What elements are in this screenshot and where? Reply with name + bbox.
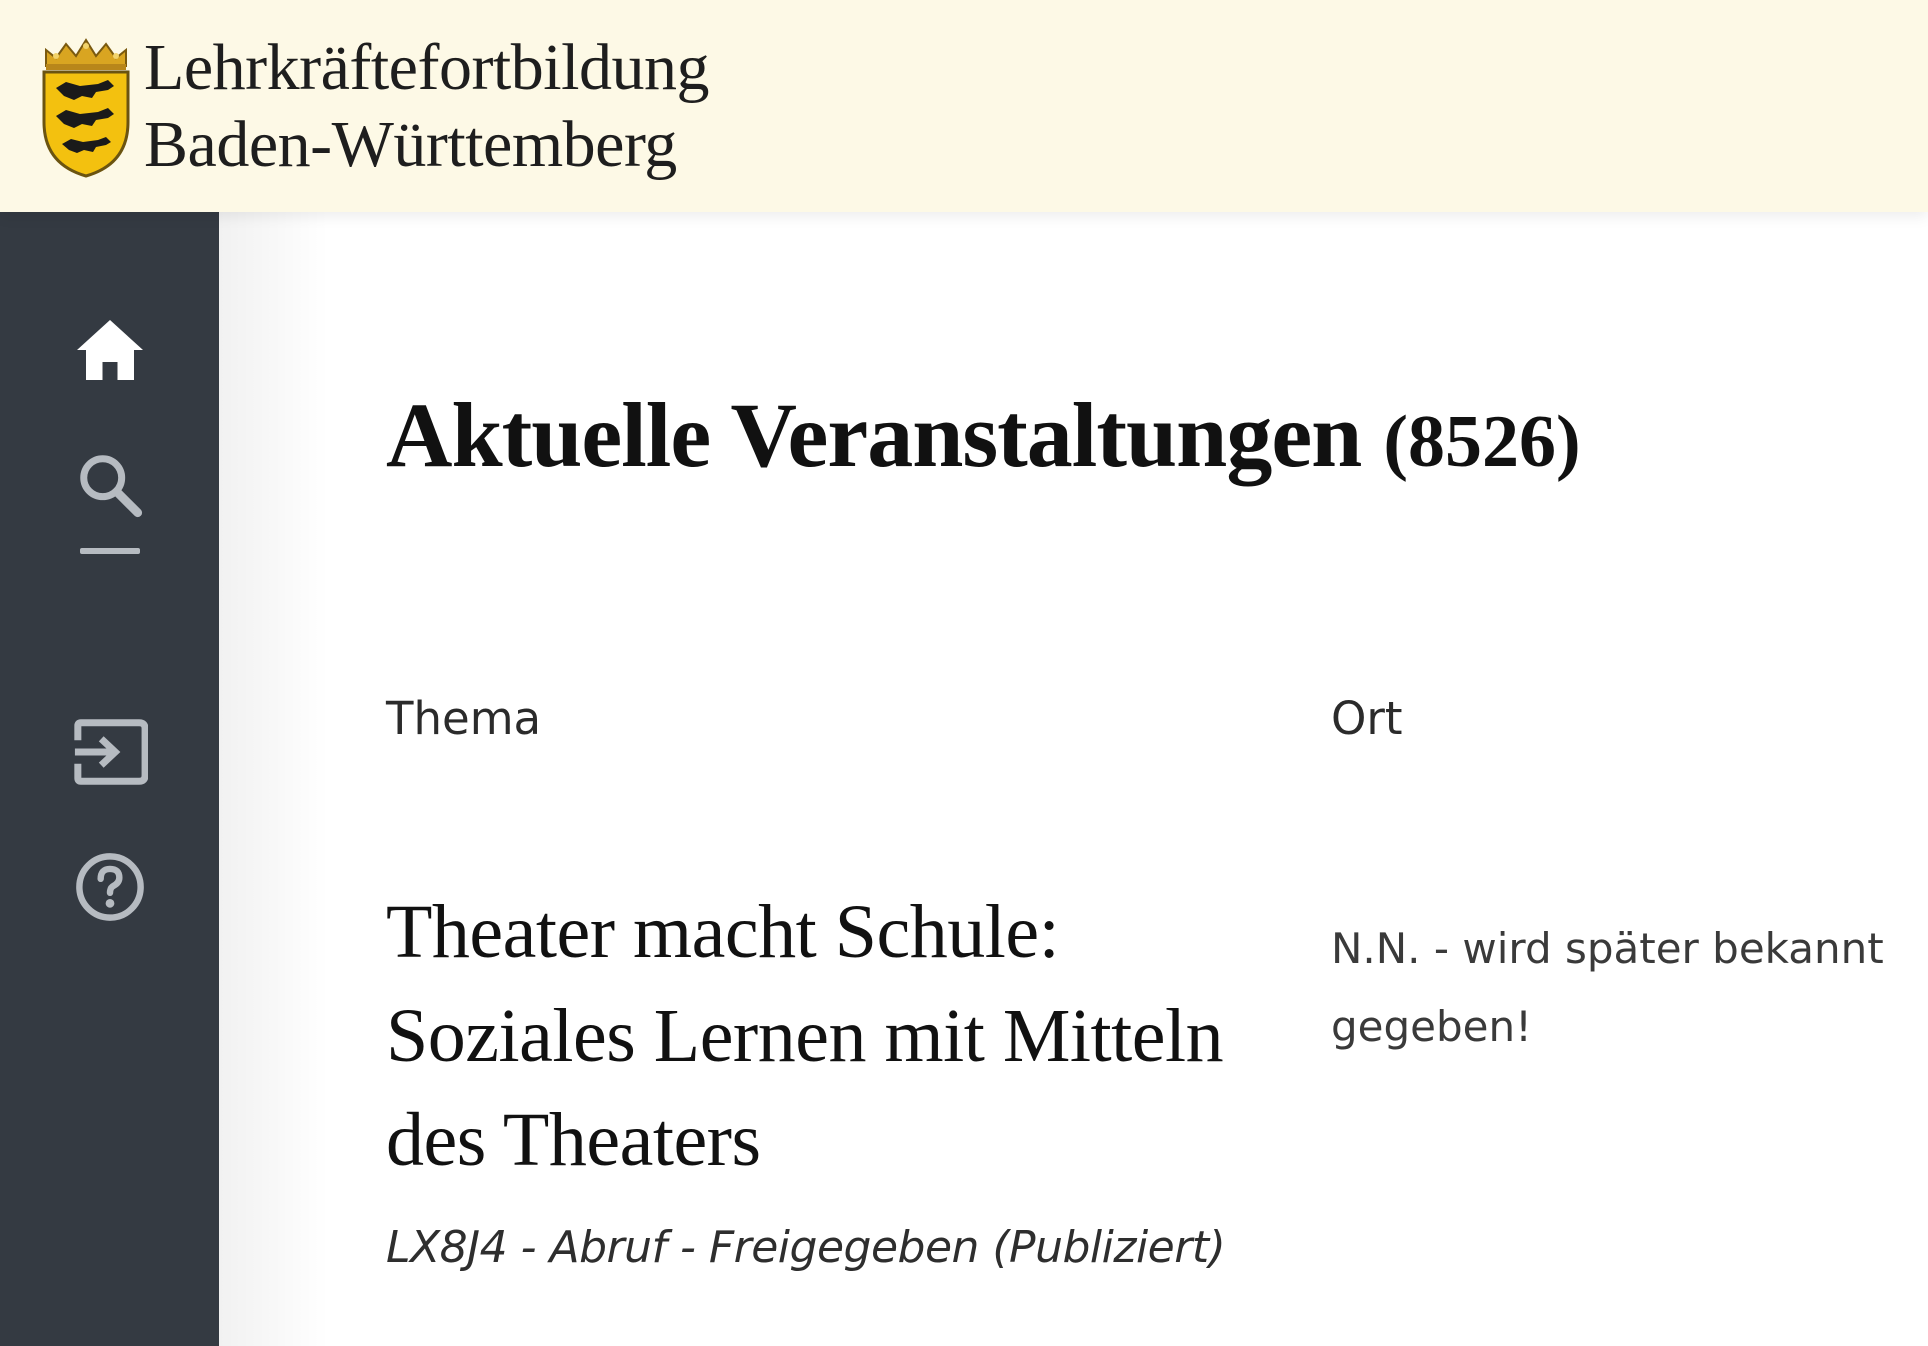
site-header: Lehrkräftefortbildung Baden-Württemberg — [0, 0, 1928, 212]
event-count: (8526) — [1383, 401, 1581, 483]
sidebar-item-home[interactable] — [68, 308, 152, 392]
main-content: Aktuelle Veranstaltungen (8526) Thema Or… — [386, 212, 1926, 1346]
coat-of-arms-logo[interactable] — [38, 36, 134, 178]
page-title-text: Aktuelle Veranstaltungen — [386, 384, 1362, 486]
page-title: Aktuelle Veranstaltungen (8526) — [386, 382, 1581, 488]
event-title-link[interactable]: Theater macht Schule: Soziales Lernen mi… — [386, 880, 1266, 1192]
help-icon — [76, 853, 144, 921]
home-icon — [77, 320, 143, 380]
search-icon — [80, 455, 143, 518]
sidebar-item-search[interactable] — [68, 443, 152, 527]
sidebar-divider — [80, 548, 140, 554]
brand-line-1: Lehrkräftefortbildung — [144, 31, 709, 104]
login-icon — [74, 719, 148, 785]
brand-line-2: Baden-Württemberg — [144, 108, 677, 181]
column-header-thema[interactable]: Thema — [386, 692, 541, 745]
content-shadow — [219, 212, 329, 1346]
site-brand[interactable]: Lehrkräftefortbildung Baden-Württemberg — [144, 29, 709, 183]
sidebar-item-login[interactable] — [68, 710, 152, 794]
event-meta: LX8J4 - Abruf - Freigegeben (Publiziert) — [386, 1222, 1226, 1273]
column-header-ort[interactable]: Ort — [1331, 692, 1403, 745]
sidebar-nav — [0, 212, 219, 1346]
sidebar-item-help[interactable] — [68, 845, 152, 929]
event-location: N.N. - wird später bekannt gegeben! — [1331, 924, 1884, 1051]
